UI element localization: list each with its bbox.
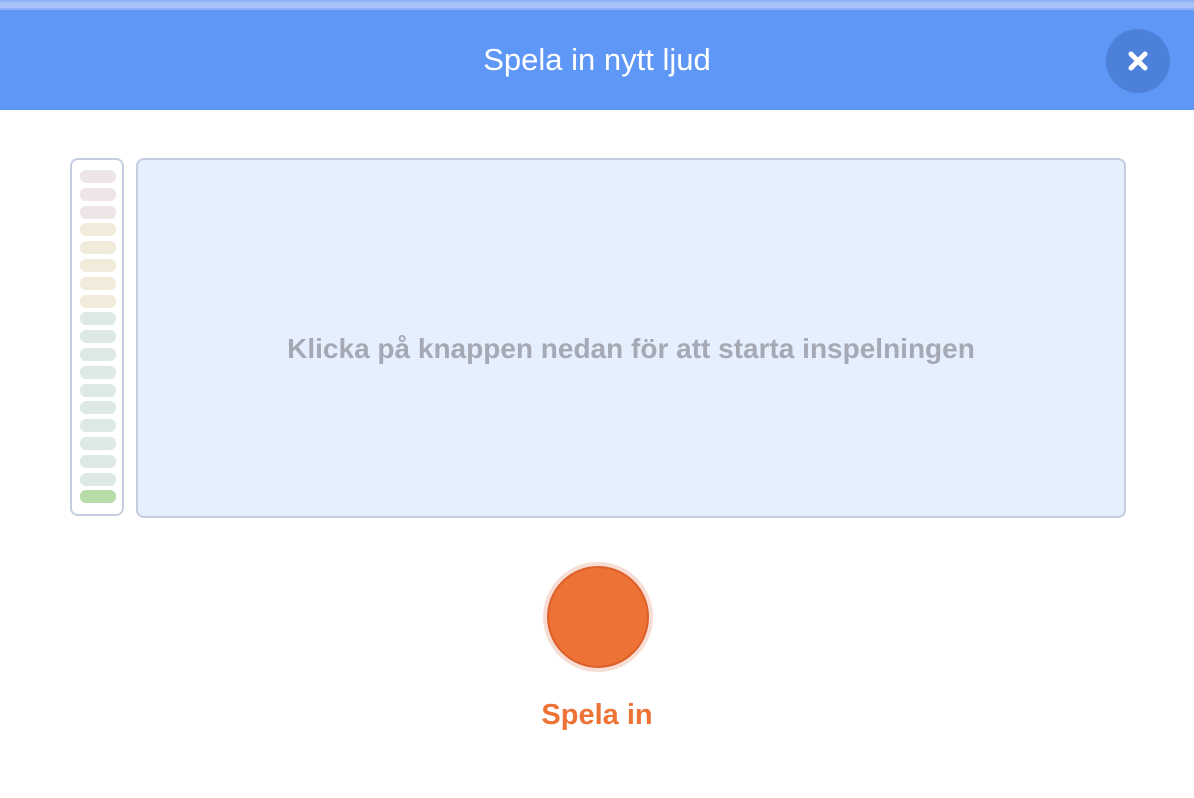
- record-icon: [547, 566, 649, 668]
- meter-segment: [80, 348, 116, 361]
- meter-segment: [80, 330, 116, 344]
- record-label[interactable]: Spela in: [497, 695, 697, 735]
- meter-segment: [80, 241, 116, 255]
- meter-segment: [80, 454, 116, 468]
- dialog-title: Spela in nytt ljud: [483, 42, 711, 77]
- meter-segment: [80, 294, 116, 308]
- meter-segment: [80, 419, 116, 433]
- meter-segment: [80, 383, 116, 397]
- meter-segment: [80, 401, 116, 415]
- meter-segment: [80, 259, 116, 272]
- meter-segment: [80, 490, 116, 504]
- meter-segment: [80, 205, 116, 219]
- dialog-header: Spela in nytt ljud: [0, 10, 1194, 110]
- meter-segment: [80, 472, 116, 486]
- meter-segment: [80, 170, 116, 183]
- meter-segment: [80, 312, 116, 326]
- recording-hint: Klicka på knappen nedan för att starta i…: [287, 333, 975, 364]
- record-button[interactable]: [543, 562, 653, 672]
- level-meter: [70, 158, 124, 516]
- close-button[interactable]: [1106, 29, 1170, 93]
- meter-segment: [80, 276, 116, 290]
- meter-segment: [80, 223, 116, 237]
- close-icon: [1128, 51, 1148, 71]
- meter-segment: [80, 187, 116, 201]
- meter-segment: [80, 365, 116, 379]
- waveform-area: Klicka på knappen nedan för att starta i…: [136, 158, 1126, 518]
- top-strip: [0, 0, 1194, 10]
- top-strip-inner: [0, 2, 1194, 8]
- meter-segment: [80, 437, 116, 450]
